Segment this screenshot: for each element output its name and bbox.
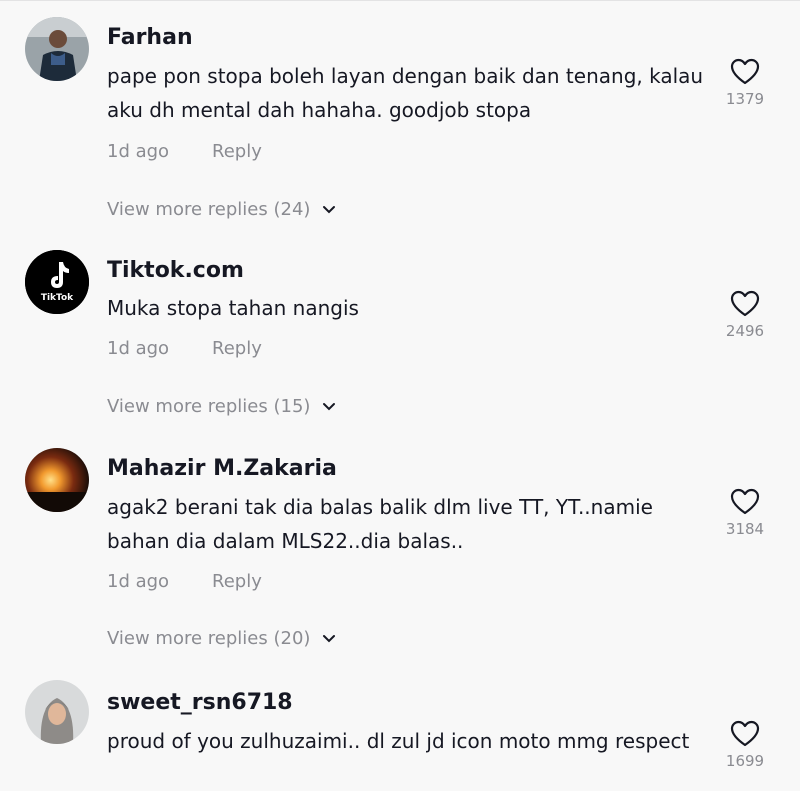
view-more-replies-label: View more replies (20)	[107, 628, 311, 649]
comment-text: Muka stopa tahan nangis	[107, 296, 359, 320]
avatar[interactable]	[25, 680, 89, 744]
comment-meta: 1d ago Reply	[107, 141, 262, 162]
chevron-down-icon	[323, 635, 336, 643]
reply-button[interactable]: Reply	[212, 141, 262, 162]
like-count: 1379	[725, 90, 765, 108]
chevron-down-icon	[323, 206, 336, 214]
comment-username[interactable]: sweet_rsn6718	[107, 690, 293, 715]
avatar[interactable]: TikTok	[25, 250, 89, 314]
heart-icon[interactable]	[730, 290, 760, 318]
like-count: 1699	[725, 752, 765, 770]
view-more-replies-button[interactable]: View more replies (20)	[107, 628, 336, 649]
like-control: 1379	[720, 58, 770, 108]
comment-text: agak2 berani tak dia balas balik dlm liv…	[107, 495, 653, 553]
comment-username[interactable]: Tiktok.com	[107, 258, 244, 283]
heart-icon[interactable]	[730, 720, 760, 748]
comment-text: proud of you zulhuzaimi.. dl zul jd icon…	[107, 729, 690, 753]
heart-icon[interactable]	[730, 488, 760, 516]
top-divider	[0, 0, 800, 1]
comment-username[interactable]: Mahazir M.Zakaria	[107, 456, 337, 481]
comment-username[interactable]: Farhan	[107, 25, 193, 50]
tiktok-logo-text: TikTok	[41, 293, 74, 303]
comment-time: 1d ago	[107, 571, 170, 592]
like-control: 2496	[720, 290, 770, 340]
comment-time: 1d ago	[107, 338, 170, 359]
comment-time: 1d ago	[107, 141, 170, 162]
like-count: 2496	[725, 322, 765, 340]
chevron-down-icon	[323, 403, 336, 411]
view-more-replies-label: View more replies (15)	[107, 396, 311, 417]
avatar[interactable]	[25, 448, 89, 512]
view-more-replies-button[interactable]: View more replies (24)	[107, 199, 336, 220]
reply-button[interactable]: Reply	[212, 338, 262, 359]
like-count: 3184	[725, 520, 765, 538]
reply-button[interactable]: Reply	[212, 571, 262, 592]
view-more-replies-label: View more replies (24)	[107, 199, 311, 220]
comment-meta: 1d ago Reply	[107, 571, 262, 592]
comment-text: pape pon stopa boleh layan dengan baik d…	[107, 64, 704, 122]
comment-meta: 1d ago Reply	[107, 338, 262, 359]
view-more-replies-button[interactable]: View more replies (15)	[107, 396, 336, 417]
avatar[interactable]	[25, 17, 89, 81]
heart-icon[interactable]	[730, 58, 760, 86]
like-control: 3184	[720, 488, 770, 538]
like-control: 1699	[720, 720, 770, 770]
